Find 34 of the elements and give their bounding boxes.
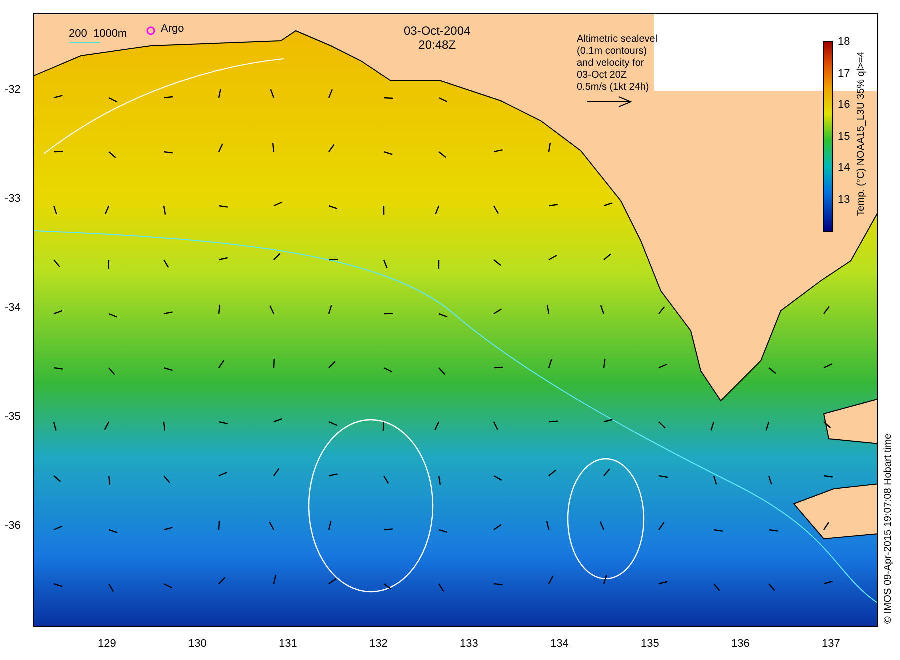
latitude-label: -35 <box>5 412 21 423</box>
scale-label: 200 1000m <box>69 29 128 40</box>
legend-text: and velocity for <box>577 58 646 70</box>
longitude-label: 136 <box>732 639 750 650</box>
longitude-label: 133 <box>460 639 478 650</box>
longitude-label: 135 <box>641 639 660 650</box>
longitude-label: 132 <box>370 639 388 650</box>
longitude-label: 131 <box>279 639 298 650</box>
longitude-label: 134 <box>550 639 569 650</box>
velocity-scale-arrow-icon <box>586 96 632 108</box>
color-scale-label: 16 <box>838 100 850 112</box>
longitude-label: 130 <box>188 639 207 650</box>
scale-bar <box>70 42 100 44</box>
color-scale-label: 13 <box>838 195 850 206</box>
argo-marker-icon <box>146 26 156 36</box>
color-scale-label: 17 <box>838 68 850 80</box>
credit-text: © IMOS 09-Apr-2015 19:07:08 Hobart time <box>884 432 894 624</box>
latitude-label: -34 <box>5 303 21 314</box>
longitude-label: 129 <box>98 639 116 650</box>
color-scale-label: 18 <box>838 37 850 48</box>
latitude-label: -33 <box>5 194 21 205</box>
map-time: 20:48Z <box>418 38 456 52</box>
legend-text: Altimetric sealevel <box>577 34 658 46</box>
legend-text: (0.1m contours) <box>577 46 648 58</box>
argo-label: Argo <box>161 24 184 35</box>
color-scale-title: Temp. (°C) NOAA15_L3U 35% ql>=4 <box>857 50 867 218</box>
legend-text: 03-Oct 20Z <box>577 70 628 82</box>
longitude-label: 137 <box>822 639 840 650</box>
legend-text: 0.5m/s (1kt 24h) <box>577 82 650 94</box>
color-scale-label: 14 <box>838 163 850 174</box>
latitude-label: -32 <box>5 85 21 96</box>
latitude-label: -36 <box>5 521 21 532</box>
map-date: 03-Oct-2004 <box>404 24 471 38</box>
color-scale-label: 15 <box>838 132 850 143</box>
